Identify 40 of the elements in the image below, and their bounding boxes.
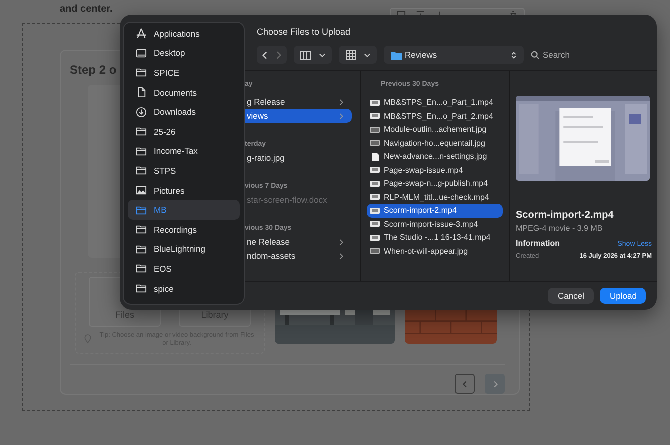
file-row[interactable]: Page-swap-n...g-publish.mp4 [367, 177, 503, 190]
folder-row[interactable]: views [245, 109, 352, 123]
sidebar-item[interactable]: Desktop [128, 44, 240, 64]
dialog-title: Choose Files to Upload [257, 27, 351, 38]
file-name: Scorm-import-2.mp4 [516, 210, 615, 221]
cancel-button[interactable]: Cancel [548, 288, 594, 304]
sidebar-item[interactable]: BlueLightning [128, 240, 240, 260]
sidebar-item[interactable]: Downloads [128, 102, 240, 122]
folder-row[interactable]: ne Release [245, 235, 352, 249]
file-row[interactable]: RLP-MLM_titl...ue-check.mp4 [367, 190, 503, 204]
file-row[interactable]: New-advance...n-settings.jpg [367, 150, 503, 164]
file-row[interactable]: Module-outlin...achement.jpg [367, 123, 503, 136]
intro-text: and center. [60, 4, 113, 15]
sidebar-item[interactable]: MB [128, 200, 240, 220]
sidebar-item[interactable]: Applications [128, 24, 240, 44]
sidebar-item[interactable]: Recordings [128, 220, 240, 240]
sidebar-item[interactable]: STPS [128, 161, 240, 181]
file-row[interactable]: Scorm-import-2.mp4 [367, 204, 503, 218]
sidebar-item[interactable]: SPICE [128, 63, 240, 83]
file-row[interactable]: The Studio -...1 16-13-41.mp4 [367, 231, 503, 244]
sidebar-item[interactable]: 25-26 [128, 122, 240, 142]
file-row[interactable]: MB&STPS_En...o_Part_1.mp4 [367, 96, 503, 110]
file-row[interactable]: MB&STPS_En...o_Part_2.mp4 [367, 110, 503, 123]
sidebar-item[interactable]: Documents [128, 82, 240, 102]
folder-row[interactable]: g-ratio.jpg [245, 151, 352, 165]
file-row[interactable]: Scorm-import-issue-3.mp4 [367, 218, 503, 231]
sidebar-item[interactable]: EOS [128, 259, 240, 279]
location-popup[interactable]: Reviews [384, 46, 524, 64]
file-meta: MPEG-4 movie - 3.9 MB [516, 224, 604, 233]
file-row[interactable]: When-ot-will-appear.jpg [367, 244, 503, 258]
sidebar-item[interactable]: Income-Tax [128, 142, 240, 162]
sidebar-item[interactable]: Pictures [128, 180, 240, 200]
file-row[interactable]: Navigation-ho...equentail.jpg [367, 136, 503, 150]
info-heading: Information [516, 239, 560, 248]
search-field[interactable]: Search [543, 50, 643, 60]
step-title: Step 2 o [70, 63, 117, 77]
folder-row[interactable]: g Release [245, 95, 352, 109]
folder-row[interactable]: ndom-assets [245, 249, 352, 263]
upload-button[interactable]: Upload [600, 288, 646, 304]
file-row[interactable]: Page-swap-issue.mp4 [367, 164, 503, 177]
